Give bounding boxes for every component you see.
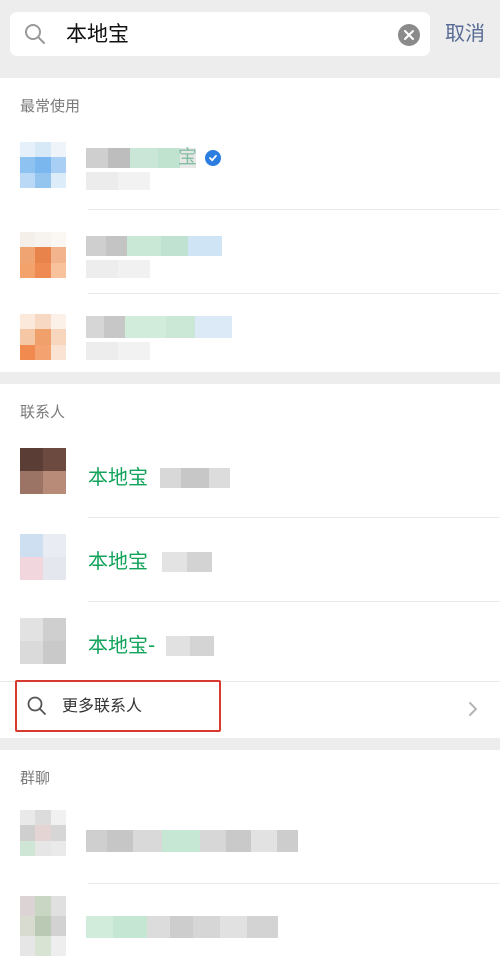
avatar: [20, 618, 66, 664]
blurred-name-suffix: [166, 636, 214, 656]
blurred-subtitle: [86, 342, 150, 360]
avatar: [20, 314, 66, 360]
blurred-group-name: [86, 830, 298, 852]
contact-row[interactable]: 本地宝: [0, 518, 500, 602]
group-chats-section: 群聊: [0, 750, 500, 978]
blurred-subtitle: [86, 260, 150, 278]
search-results-page: 本地宝 取消 最常使用 宝 联系人 本地宝 本地宝 本地宝- 更多联系人 群聊: [0, 0, 500, 978]
frequent-row[interactable]: 宝: [0, 126, 500, 210]
contact-name: 本地宝-: [88, 633, 156, 657]
more-contacts-label: 更多联系人: [62, 696, 143, 715]
blurred-group-name: [86, 916, 278, 938]
avatar: [20, 142, 66, 188]
search-input[interactable]: 本地宝: [10, 12, 430, 56]
frequent-section: 最常使用 宝: [0, 78, 500, 372]
frequent-name-visible-char: 宝: [178, 146, 198, 168]
group-chats-section-title: 群聊: [20, 769, 51, 787]
contact-row[interactable]: 本地宝: [0, 434, 500, 518]
search-query-text[interactable]: 本地宝: [66, 21, 129, 47]
frequent-section-title: 最常使用: [20, 97, 81, 115]
chevron-right-icon[interactable]: [466, 700, 480, 718]
avatar: [20, 896, 66, 956]
search-icon: [27, 696, 46, 715]
avatar: [20, 534, 66, 580]
group-row[interactable]: [0, 884, 500, 968]
blurred-name: [86, 316, 232, 338]
contact-name: 本地宝: [88, 549, 148, 573]
contact-name: 本地宝: [88, 465, 148, 489]
cancel-button[interactable]: 取消: [445, 20, 485, 46]
verified-badge-icon: [205, 150, 221, 166]
blurred-name-suffix: [162, 552, 212, 572]
blurred-subtitle: [86, 172, 150, 190]
search-icon: [25, 24, 45, 44]
avatar: [20, 448, 66, 494]
search-header: 本地宝 取消: [0, 0, 500, 78]
avatar: [20, 232, 66, 278]
frequent-row[interactable]: [0, 210, 500, 294]
avatar: [20, 810, 66, 856]
contacts-section-title: 联系人: [20, 403, 66, 421]
more-contacts-button[interactable]: 更多联系人: [15, 680, 221, 732]
contact-row[interactable]: 本地宝-: [0, 602, 500, 682]
blurred-name: [86, 236, 222, 256]
blurred-name-suffix: [160, 468, 230, 488]
group-row[interactable]: [0, 800, 500, 884]
frequent-row[interactable]: [0, 294, 500, 372]
clear-icon[interactable]: [398, 24, 420, 46]
